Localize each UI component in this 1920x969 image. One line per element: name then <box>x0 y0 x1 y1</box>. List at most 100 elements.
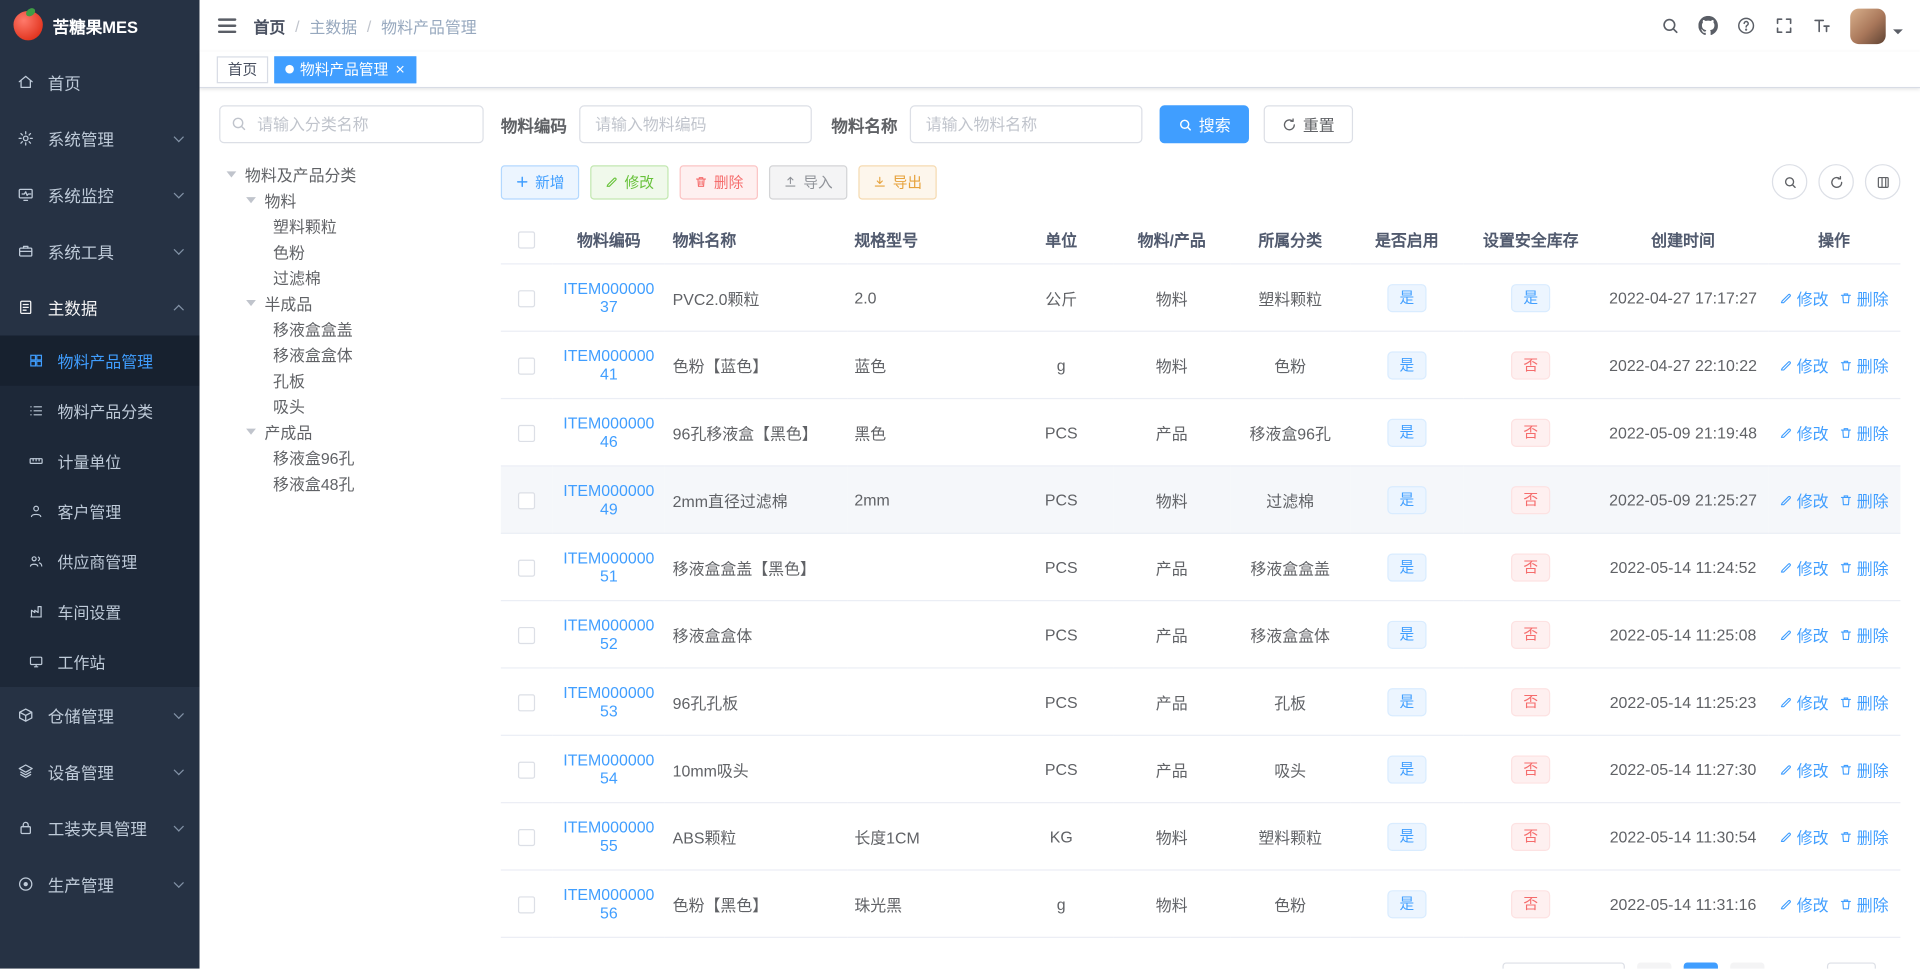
sidebar-item-production-mgmt[interactable]: 生产管理 <box>0 856 200 912</box>
item-code-link[interactable]: ITEM00000049 <box>560 481 658 518</box>
row-checkbox[interactable] <box>518 559 536 577</box>
sidebar-item-workshop-settings[interactable]: 车间设置 <box>0 587 200 637</box>
sidebar-item-system-monitor[interactable]: 系统监控 <box>0 167 200 223</box>
row-edit-link[interactable]: 修改 <box>1780 825 1829 848</box>
sidebar-item-unit-of-measure[interactable]: 计量单位 <box>0 436 200 486</box>
row-checkbox[interactable] <box>518 896 536 914</box>
select-all-checkbox[interactable] <box>518 231 536 249</box>
row-checkbox[interactable] <box>518 761 536 779</box>
search-button[interactable]: 搜索 <box>1159 105 1249 144</box>
category-search-input[interactable] <box>219 105 484 144</box>
help-icon[interactable] <box>1736 16 1756 36</box>
material-name-input[interactable] <box>909 105 1143 144</box>
reset-button[interactable]: 重置 <box>1263 105 1354 144</box>
row-checkbox[interactable] <box>518 357 536 375</box>
toggle-search-button[interactable] <box>1771 164 1808 200</box>
next-page-button[interactable] <box>1730 962 1765 969</box>
material-code-input[interactable] <box>579 105 812 144</box>
sidebar-toggle-icon[interactable] <box>217 15 238 37</box>
caret-down-icon[interactable] <box>246 428 256 435</box>
item-code-link[interactable]: ITEM00000054 <box>560 751 658 788</box>
item-code-link[interactable]: ITEM00000051 <box>560 549 658 586</box>
sidebar-item-equipment-mgmt[interactable]: 设备管理 <box>0 743 200 799</box>
github-icon[interactable] <box>1698 15 1718 36</box>
fullscreen-icon[interactable] <box>1774 16 1794 36</box>
item-code-link[interactable]: ITEM00000037 <box>560 279 658 316</box>
user-menu[interactable] <box>1850 7 1903 44</box>
user-avatar[interactable] <box>1850 7 1886 44</box>
row-edit-link[interactable]: 修改 <box>1780 488 1829 511</box>
item-code-link[interactable]: ITEM00000052 <box>560 616 658 653</box>
breadcrumb-home[interactable]: 首页 <box>253 14 285 37</box>
tree-node-leaf[interactable]: 移液盒48孔 <box>219 470 483 496</box>
row-checkbox[interactable] <box>518 828 536 846</box>
tree-node-leaf[interactable]: 过滤棉 <box>219 264 483 290</box>
row-checkbox[interactable] <box>518 626 536 644</box>
row-edit-link[interactable]: 修改 <box>1780 892 1829 915</box>
row-delete-link[interactable]: 删除 <box>1840 488 1889 511</box>
goto-page-input[interactable] <box>1826 962 1876 969</box>
sidebar-item-home[interactable]: 首页 <box>0 54 200 110</box>
item-code-link[interactable]: ITEM00000053 <box>560 683 658 720</box>
sidebar-item-system-mgmt[interactable]: 系统管理 <box>0 110 200 166</box>
row-delete-link[interactable]: 删除 <box>1840 286 1889 309</box>
caret-down-icon[interactable] <box>246 197 256 204</box>
row-edit-link[interactable]: 修改 <box>1780 623 1829 646</box>
row-delete-link[interactable]: 删除 <box>1840 353 1889 376</box>
tree-node-leaf[interactable]: 移液盒盒体 <box>219 342 483 368</box>
tree-node-material[interactable]: 物料 <box>219 187 483 213</box>
sidebar-item-material-product-mgmt[interactable]: 物料产品管理 <box>0 335 200 386</box>
app-logo[interactable]: 苦糖果MES <box>0 0 200 51</box>
row-edit-link[interactable]: 修改 <box>1780 555 1829 578</box>
prev-page-button[interactable] <box>1637 962 1672 969</box>
row-edit-link[interactable]: 修改 <box>1780 690 1829 713</box>
sidebar-item-supplier-mgmt[interactable]: 供应商管理 <box>0 536 200 586</box>
close-icon[interactable]: × <box>396 61 405 77</box>
column-settings-button[interactable] <box>1864 164 1901 200</box>
font-size-icon[interactable] <box>1812 16 1832 36</box>
breadcrumb-master-data[interactable]: 主数据 <box>309 14 357 37</box>
refresh-button[interactable] <box>1818 164 1854 200</box>
caret-down-icon[interactable] <box>246 299 256 307</box>
add-button[interactable]: 新增 <box>500 164 580 199</box>
row-edit-link[interactable]: 修改 <box>1780 286 1829 309</box>
tree-node-leaf[interactable]: 孔板 <box>219 367 483 393</box>
item-code-link[interactable]: ITEM00000055 <box>560 818 658 855</box>
sidebar-item-warehouse-mgmt[interactable]: 仓储管理 <box>0 687 200 743</box>
sidebar-item-customer-mgmt[interactable]: 客户管理 <box>0 486 200 536</box>
item-code-link[interactable]: ITEM00000041 <box>560 347 658 384</box>
row-delete-link[interactable]: 删除 <box>1840 690 1889 713</box>
tree-node-leaf[interactable]: 色粉 <box>219 239 483 265</box>
edit-button[interactable]: 修改 <box>590 164 669 199</box>
item-code-link[interactable]: ITEM00000056 <box>560 885 658 922</box>
row-edit-link[interactable]: 修改 <box>1780 757 1829 780</box>
sidebar-item-master-data[interactable]: 主数据 <box>0 279 200 335</box>
item-code-link[interactable]: ITEM00000046 <box>560 414 658 451</box>
tab-home[interactable]: 首页 <box>216 55 269 83</box>
row-delete-link[interactable]: 删除 <box>1840 623 1889 646</box>
delete-button[interactable]: 删除 <box>679 164 759 199</box>
search-icon[interactable] <box>1660 16 1680 36</box>
row-delete-link[interactable]: 删除 <box>1840 421 1889 444</box>
tree-node-leaf[interactable]: 吸头 <box>219 393 483 419</box>
tree-node-leaf[interactable]: 塑料颗粒 <box>219 213 483 239</box>
export-button[interactable]: 导出 <box>858 164 937 199</box>
row-edit-link[interactable]: 修改 <box>1780 353 1829 376</box>
tree-node-leaf[interactable]: 移液盒96孔 <box>219 444 483 470</box>
tree-node-leaf[interactable]: 移液盒盒盖 <box>219 316 483 342</box>
tree-node-root[interactable]: 物料及产品分类 <box>219 162 483 188</box>
row-delete-link[interactable]: 删除 <box>1840 892 1889 915</box>
row-checkbox[interactable] <box>518 289 536 308</box>
row-checkbox[interactable] <box>518 424 536 442</box>
row-delete-link[interactable]: 删除 <box>1840 757 1889 780</box>
page-number-button[interactable]: 1 <box>1683 962 1718 969</box>
tab-material-product-mgmt[interactable]: 物料产品管理 × <box>274 55 416 83</box>
import-button[interactable]: 导入 <box>769 164 848 199</box>
caret-down-icon[interactable] <box>226 171 237 178</box>
row-edit-link[interactable]: 修改 <box>1780 421 1829 444</box>
sidebar-item-system-tools[interactable]: 系统工具 <box>0 223 200 279</box>
row-delete-link[interactable]: 删除 <box>1840 825 1889 848</box>
row-delete-link[interactable]: 删除 <box>1840 555 1889 578</box>
sidebar-item-workstation[interactable]: 工作站 <box>0 637 200 687</box>
sidebar-item-tooling-fixture-mgmt[interactable]: 工装夹具管理 <box>0 800 200 856</box>
